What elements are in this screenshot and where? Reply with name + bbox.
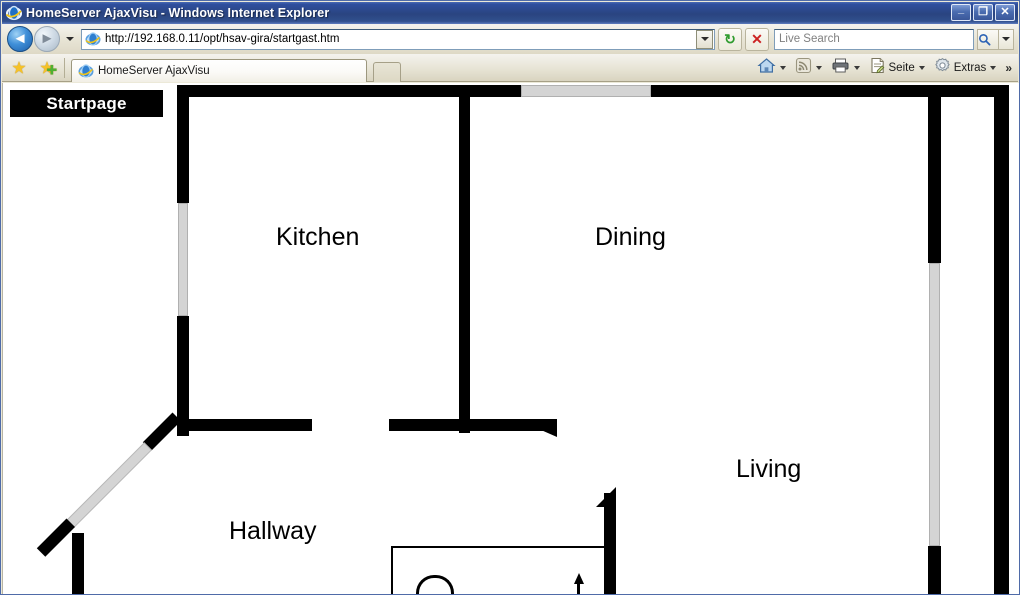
plus-icon: ✚ xyxy=(46,62,58,78)
window-top xyxy=(521,85,651,97)
window-controls: _ ❐ ✕ xyxy=(951,4,1015,21)
page-menu-button[interactable]: Seite xyxy=(867,56,932,80)
wall-dining-bottom-tip xyxy=(543,419,557,437)
back-arrow-icon: ◄ xyxy=(12,30,28,47)
floorplan: Startpage Kitchen Dining Living Hallway xyxy=(3,83,1019,594)
chevron-down-icon xyxy=(853,65,860,70)
search-input[interactable] xyxy=(775,32,973,46)
room-label-living: Living xyxy=(736,455,802,483)
wall-kitchen-dining xyxy=(459,85,470,433)
toolbar-divider xyxy=(64,57,65,78)
chevron-down-icon xyxy=(815,65,822,70)
tools-menu-button[interactable]: Extras xyxy=(932,56,1004,80)
back-button[interactable]: ◄ xyxy=(7,26,33,52)
tab-bar: ★ ★ ✚ HomeServer AjaxVisu Seite Extras » xyxy=(2,54,1018,82)
window-diagonal xyxy=(66,442,152,528)
room-label-kitchen: Kitchen xyxy=(276,223,360,251)
page-icon xyxy=(869,57,886,79)
favorites-center-button[interactable]: ★ xyxy=(8,57,30,79)
forward-button[interactable]: ► xyxy=(34,26,60,52)
search-button[interactable] xyxy=(977,28,999,50)
refresh-button[interactable]: ↻ xyxy=(718,27,742,51)
navigation-bar: ◄ ► http://192.168.0.11/opt/hsav-gira/st… xyxy=(2,24,1018,54)
maximize-icon: ❐ xyxy=(978,6,988,18)
wall-living-partition-tip xyxy=(596,487,616,507)
chevron-down-icon xyxy=(990,65,997,70)
add-to-favorites-button[interactable]: ★ ✚ xyxy=(36,57,58,79)
close-icon: ✕ xyxy=(751,30,763,47)
forward-arrow-icon: ► xyxy=(39,30,55,47)
chevron-down-icon xyxy=(1002,37,1010,41)
rss-icon xyxy=(795,57,812,79)
star-icon: ★ xyxy=(11,58,27,77)
search-dropdown-button[interactable] xyxy=(999,28,1014,50)
browser-window: HomeServer AjaxVisu - Windows Internet E… xyxy=(0,0,1020,595)
stop-button[interactable]: ✕ xyxy=(745,27,769,51)
wall-kitchen-bottom xyxy=(177,419,312,431)
wall-top-right xyxy=(651,85,1009,97)
internet-explorer-icon xyxy=(85,31,101,47)
room-label-hallway: Hallway xyxy=(229,517,317,545)
print-button[interactable] xyxy=(829,56,867,80)
gear-icon xyxy=(934,57,951,79)
title-bar: HomeServer AjaxVisu - Windows Internet E… xyxy=(2,2,1018,24)
chevron-down-icon xyxy=(66,37,74,41)
room-label-dining: Dining xyxy=(595,223,666,251)
maximize-button[interactable]: ❐ xyxy=(973,4,993,21)
window-left xyxy=(178,203,188,316)
search-icon xyxy=(978,30,998,49)
page-menu-label: Seite xyxy=(888,61,915,74)
feeds-button[interactable] xyxy=(793,56,829,80)
toolbar-overflow-button[interactable]: » xyxy=(1005,62,1012,74)
page-viewport: Startpage Kitchen Dining Living Hallway xyxy=(2,83,1019,594)
window-right xyxy=(929,263,940,546)
startpage-banner[interactable]: Startpage xyxy=(10,90,163,117)
printer-icon xyxy=(831,57,850,79)
close-icon: ✕ xyxy=(1000,6,1010,18)
browser-tab-label: HomeServer AjaxVisu xyxy=(98,64,210,77)
fixture-arrow-stem xyxy=(577,583,580,594)
address-dropdown-button[interactable] xyxy=(696,29,713,49)
wall-diagonal-lower xyxy=(36,518,75,557)
minimize-icon: _ xyxy=(957,3,965,15)
chevron-down-icon xyxy=(918,65,925,70)
wall-far-right xyxy=(994,85,1009,594)
home-button[interactable] xyxy=(755,56,793,80)
minimize-button[interactable]: _ xyxy=(951,4,971,21)
close-button[interactable]: ✕ xyxy=(995,4,1015,21)
wall-right-upper xyxy=(928,85,941,263)
search-box[interactable] xyxy=(774,28,974,50)
chevron-down-icon xyxy=(779,65,786,70)
recent-pages-button[interactable] xyxy=(63,27,77,51)
new-tab-button[interactable] xyxy=(373,61,401,82)
wall-dining-bottom xyxy=(389,419,545,431)
wall-hallway-left-stub xyxy=(72,533,84,594)
address-input[interactable]: http://192.168.0.11/opt/hsav-gira/startg… xyxy=(105,33,696,45)
tools-menu-label: Extras xyxy=(953,61,987,74)
window-title: HomeServer AjaxVisu - Windows Internet E… xyxy=(26,6,330,20)
browser-tab[interactable]: HomeServer AjaxVisu xyxy=(71,58,367,82)
wall-left-upper xyxy=(177,85,189,203)
home-icon xyxy=(756,57,776,79)
address-bar[interactable]: http://192.168.0.11/opt/hsav-gira/startg… xyxy=(81,28,715,50)
refresh-icon: ↻ xyxy=(724,30,736,47)
wall-diagonal-upper xyxy=(142,412,181,451)
internet-explorer-icon xyxy=(78,63,94,79)
internet-explorer-icon xyxy=(5,5,23,21)
chevron-down-icon xyxy=(700,37,709,41)
wall-right-lower xyxy=(928,546,941,594)
startpage-banner-label: Startpage xyxy=(46,93,127,113)
